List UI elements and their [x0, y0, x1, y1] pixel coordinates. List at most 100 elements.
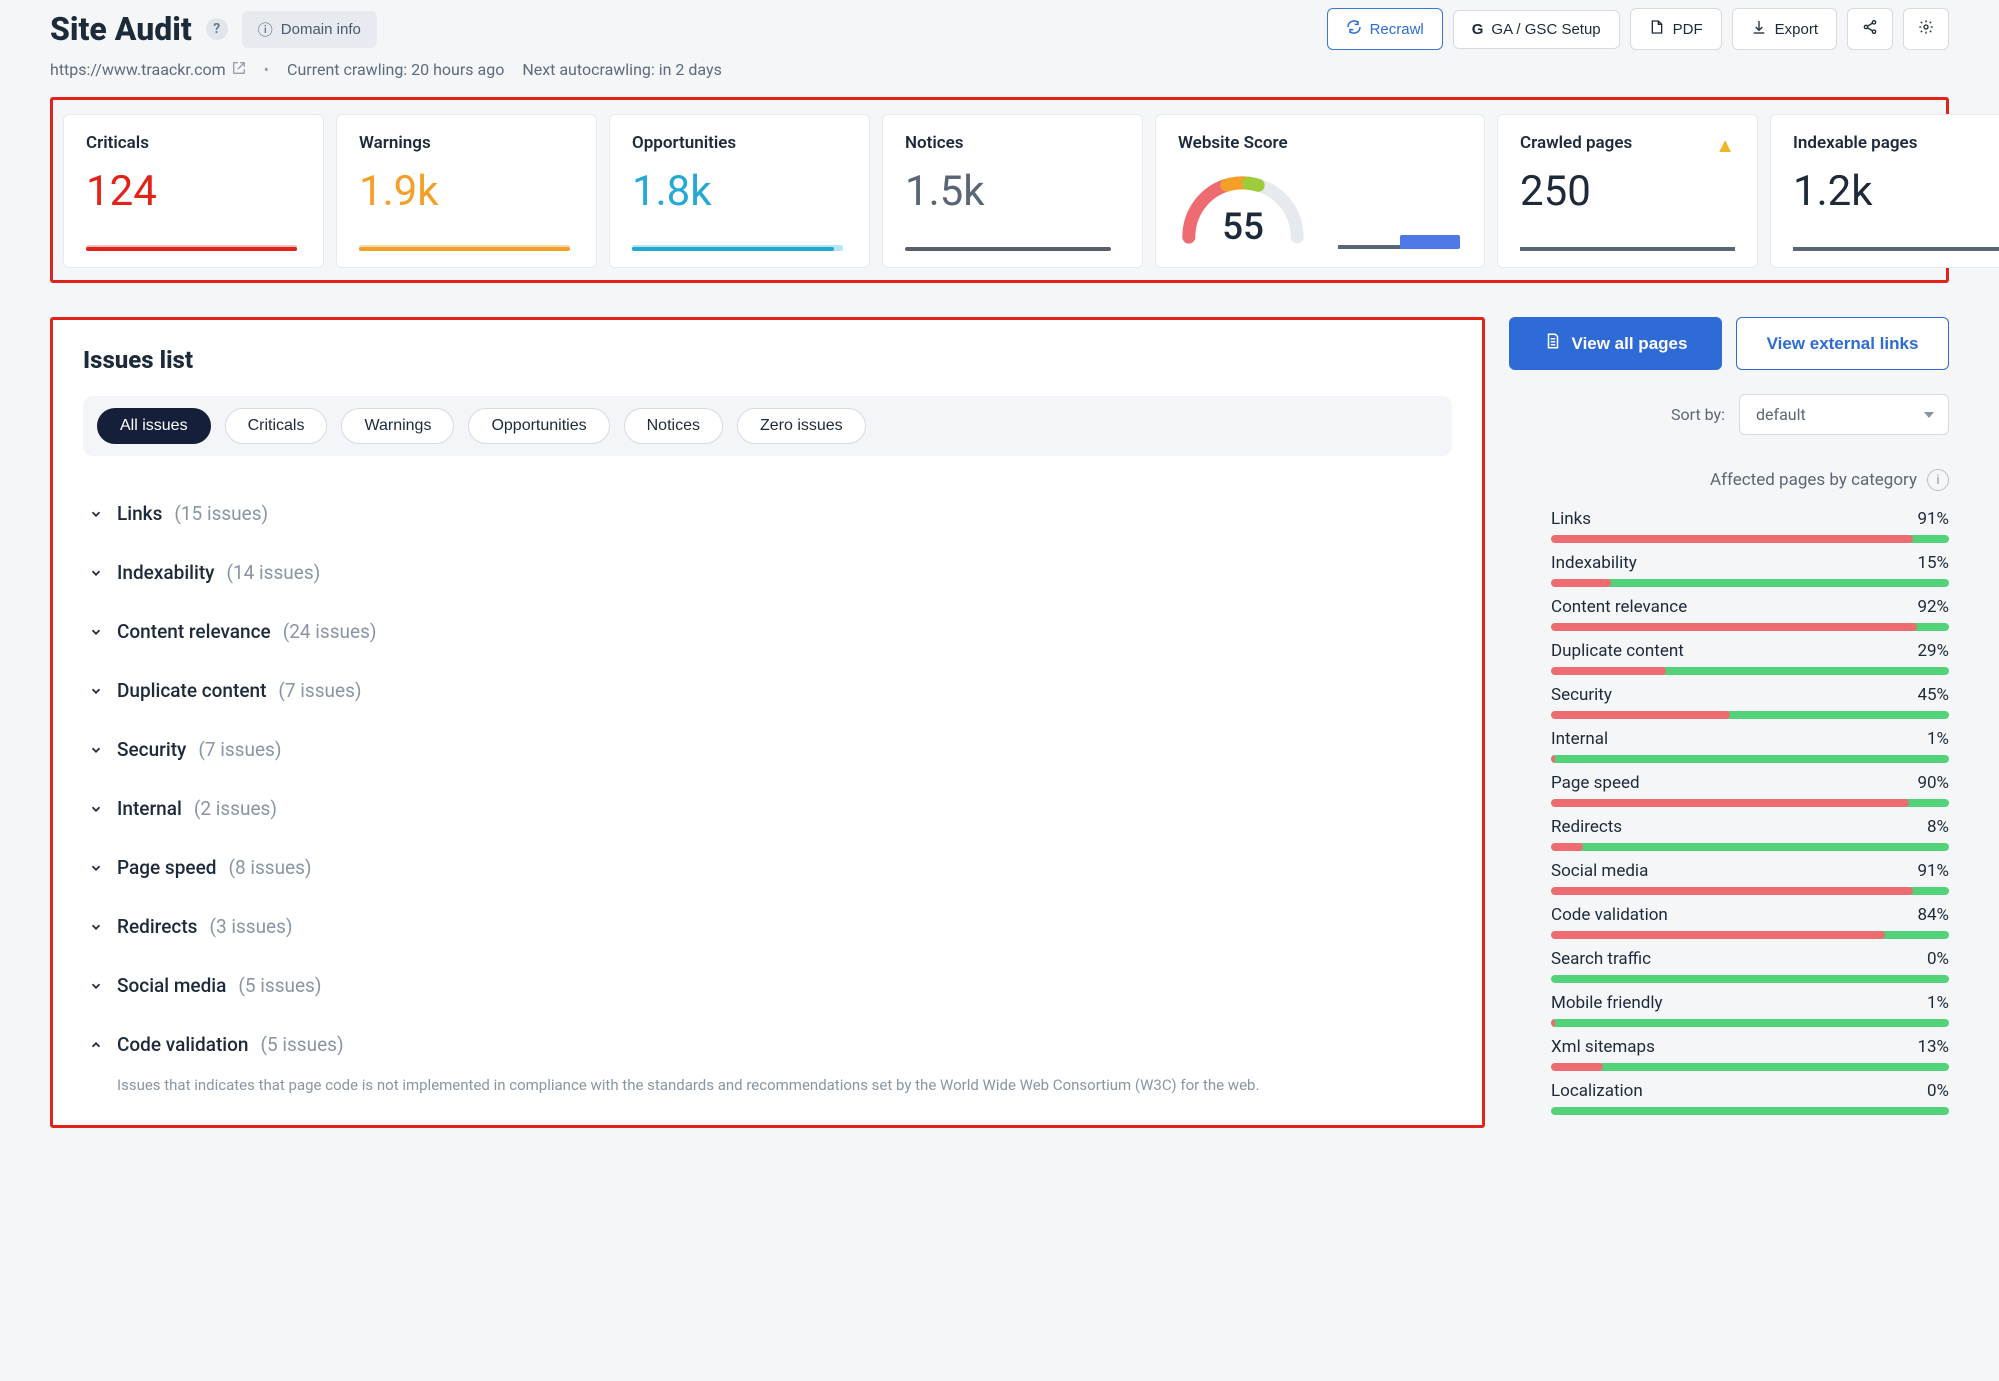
chevron-down-icon — [87, 684, 105, 698]
domain-info-label: Domain info — [281, 21, 361, 38]
filter-criticals[interactable]: Criticals — [225, 408, 328, 444]
filter-notices[interactable]: Notices — [624, 408, 723, 444]
info-icon[interactable]: i — [1927, 469, 1949, 491]
affected-category-row[interactable]: Social media91% — [1551, 861, 1949, 895]
stat-value: 1.5k — [905, 171, 1120, 213]
stat-card-website-score[interactable]: Website Score 55 — [1155, 114, 1485, 268]
chevron-down-icon — [87, 625, 105, 639]
issue-category-row[interactable]: Code validation (5 issues) — [83, 1015, 1452, 1074]
affected-category-pct: 91% — [1917, 861, 1949, 881]
settings-button[interactable] — [1903, 8, 1949, 50]
affected-category-bar — [1551, 1063, 1949, 1071]
affected-category-name: Page speed — [1551, 773, 1640, 793]
filter-opportunities[interactable]: Opportunities — [468, 408, 609, 444]
issue-category-row[interactable]: Indexability(14 issues) — [83, 543, 1452, 602]
warning-triangle-icon: ▲ — [1715, 133, 1735, 158]
issue-category-name: Internal — [117, 797, 182, 820]
view-all-pages-button[interactable]: View all pages — [1509, 317, 1722, 370]
recrawl-label: Recrawl — [1370, 21, 1424, 38]
sort-value: default — [1756, 405, 1806, 424]
stat-card-warnings[interactable]: Warnings 1.9k — [336, 114, 597, 268]
chevron-down-icon — [87, 979, 105, 993]
issue-category-name: Page speed — [117, 856, 216, 879]
export-button[interactable]: Export — [1732, 8, 1837, 50]
affected-category-name: Content relevance — [1551, 597, 1687, 617]
pdf-button[interactable]: PDF — [1630, 8, 1722, 50]
affected-category-row[interactable]: Links91% — [1551, 509, 1949, 543]
issue-category-count: (15 issues) — [174, 502, 268, 525]
issue-category-name: Social media — [117, 974, 226, 997]
external-link-icon — [232, 60, 246, 79]
affected-category-pct: 84% — [1917, 905, 1949, 925]
stat-card-indexable[interactable]: Indexable pages 1.2k — [1770, 114, 1999, 268]
code-validation-description: Issues that indicates that page code is … — [83, 1074, 1452, 1097]
issues-title: Issues list — [83, 346, 1452, 374]
issue-category-count: (7 issues) — [198, 738, 281, 761]
issue-category-row[interactable]: Page speed(8 issues) — [83, 838, 1452, 897]
affected-category-row[interactable]: Mobile friendly1% — [1551, 993, 1949, 1027]
stat-card-notices[interactable]: Notices 1.5k — [882, 114, 1143, 268]
score-value: 55 — [1222, 205, 1264, 248]
stat-card-criticals[interactable]: Criticals 124 — [63, 114, 324, 268]
ga-gsc-button[interactable]: G GA / GSC Setup — [1453, 10, 1620, 49]
affected-category-row[interactable]: Page speed90% — [1551, 773, 1949, 807]
affected-category-row[interactable]: Code validation84% — [1551, 905, 1949, 939]
affected-category-pct: 15% — [1917, 553, 1949, 573]
view-external-label: View external links — [1767, 334, 1919, 354]
affected-category-bar — [1551, 887, 1949, 895]
affected-category-row[interactable]: Security45% — [1551, 685, 1949, 719]
affected-category-row[interactable]: Indexability15% — [1551, 553, 1949, 587]
domain-info-button[interactable]: Domain info — [242, 11, 377, 48]
stat-card-opportunities[interactable]: Opportunities 1.8k — [609, 114, 870, 268]
domain-link[interactable]: https://www.traackr.com — [50, 60, 246, 79]
issue-category-count: (5 issues) — [260, 1033, 343, 1056]
affected-category-bar — [1551, 931, 1949, 939]
issue-category-row[interactable]: Redirects(3 issues) — [83, 897, 1452, 956]
issue-category-row[interactable]: Security(7 issues) — [83, 720, 1452, 779]
chevron-down-icon — [87, 861, 105, 875]
affected-category-pct: 92% — [1917, 597, 1949, 617]
help-icon[interactable]: ? — [206, 18, 228, 40]
affected-category-bar — [1551, 799, 1949, 807]
affected-category-bar — [1551, 755, 1949, 763]
sort-select[interactable]: default — [1739, 394, 1949, 435]
stat-card-crawled[interactable]: ▲ Crawled pages 250 — [1497, 114, 1758, 268]
affected-category-row[interactable]: Xml sitemaps13% — [1551, 1037, 1949, 1071]
stat-value: 1.2k — [1793, 171, 1999, 213]
chevron-up-icon — [87, 1038, 105, 1052]
download-icon — [1751, 19, 1767, 39]
filter-all-issues[interactable]: All issues — [97, 408, 211, 444]
affected-category-pct: 45% — [1917, 685, 1949, 705]
share-icon — [1862, 19, 1878, 39]
issue-category-row[interactable]: Duplicate content(7 issues) — [83, 661, 1452, 720]
issue-category-row[interactable]: Links(15 issues) — [83, 484, 1452, 543]
chevron-down-icon — [87, 743, 105, 757]
affected-category-pct: 1% — [1927, 993, 1949, 1013]
filter-zero-issues[interactable]: Zero issues — [737, 408, 866, 444]
share-button[interactable] — [1847, 8, 1893, 50]
affected-category-row[interactable]: Redirects8% — [1551, 817, 1949, 851]
affected-category-row[interactable]: Content relevance 92% — [1551, 597, 1949, 631]
issue-category-count: (5 issues) — [238, 974, 321, 997]
affected-category-row[interactable]: Duplicate content29% — [1551, 641, 1949, 675]
issue-category-name: Code validation — [117, 1033, 248, 1056]
affected-category-name: Internal — [1551, 729, 1608, 749]
affected-category-pct: 29% — [1917, 641, 1949, 661]
stats-row: Criticals 124 Warnings 1.9k Opportunitie… — [50, 97, 1949, 283]
affected-category-row[interactable]: Search traffic0% — [1551, 949, 1949, 983]
chevron-down-icon — [87, 566, 105, 580]
affected-category-pct: 0% — [1927, 949, 1949, 969]
filter-warnings[interactable]: Warnings — [341, 408, 454, 444]
affected-category-bar — [1551, 1107, 1949, 1115]
issue-category-row[interactable]: Internal(2 issues) — [83, 779, 1452, 838]
affected-category-row[interactable]: Localization0% — [1551, 1081, 1949, 1115]
ga-gsc-label: GA / GSC Setup — [1491, 21, 1600, 38]
chevron-down-icon — [87, 802, 105, 816]
recrawl-button[interactable]: Recrawl — [1327, 8, 1443, 50]
affected-category-row[interactable]: Internal1% — [1551, 729, 1949, 763]
issue-category-count: (7 issues) — [278, 679, 361, 702]
issue-category-row[interactable]: Social media (5 issues) — [83, 956, 1452, 1015]
stat-label: Website Score — [1178, 133, 1462, 153]
view-external-links-button[interactable]: View external links — [1736, 317, 1949, 370]
issue-category-row[interactable]: Content relevance(24 issues) — [83, 602, 1452, 661]
